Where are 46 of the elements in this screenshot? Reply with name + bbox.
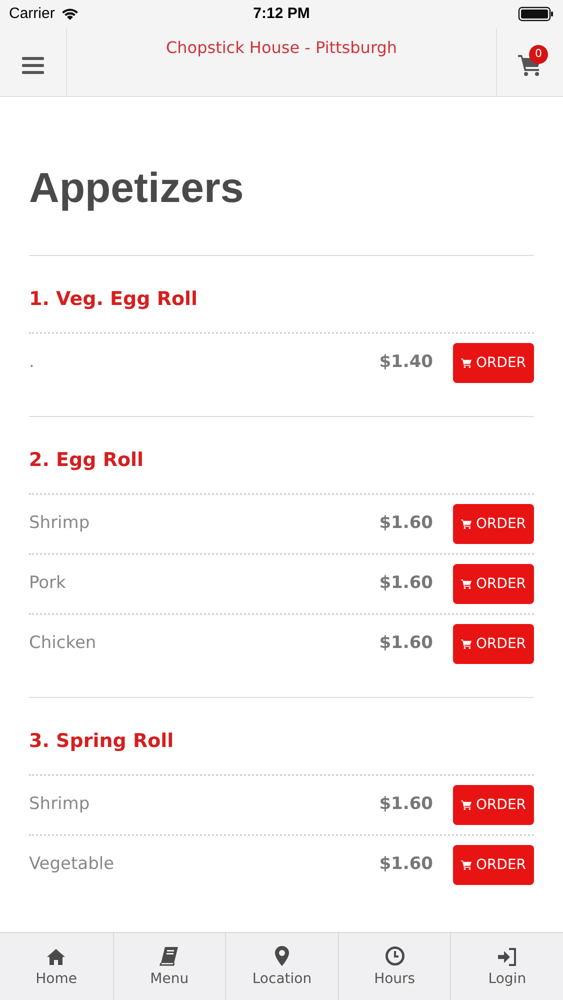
login-icon (497, 948, 518, 966)
item-price: $1.40 (379, 351, 433, 374)
cart-icon (460, 358, 472, 368)
item-name: Pork (29, 572, 67, 596)
cart-count-badge: 0 (529, 45, 548, 64)
menu-icon (22, 56, 44, 74)
home-icon (46, 948, 66, 966)
item-name: Chicken (29, 632, 98, 656)
tab-bar-item[interactable]: Menu (112, 933, 226, 1000)
cart-icon (460, 579, 472, 589)
tab-bar-item[interactable]: Home (0, 933, 113, 1000)
cart-icon (460, 860, 472, 870)
map-pin-icon (274, 946, 289, 966)
battery-icon (518, 6, 554, 22)
tab-bar-item[interactable]: Login (450, 933, 563, 1000)
item-price: $1.60 (379, 512, 433, 536)
order-button[interactable]: ORDER (453, 785, 534, 825)
cart-icon (460, 519, 472, 529)
item-name: Vegetable (29, 853, 116, 876)
restaurant-title: Chopstick House - Pittsburgh (166, 37, 398, 59)
item-price: $1.60 (379, 572, 433, 596)
item-price: $1.60 (379, 632, 433, 656)
order-button[interactable]: ORDER (453, 504, 534, 544)
cart-icon (460, 639, 472, 649)
cart-button[interactable]: 0 (496, 28, 563, 96)
page-title: Appetizers (29, 165, 245, 211)
clock-icon (384, 946, 405, 966)
clock-text: 7:12 PM (253, 4, 310, 24)
order-button[interactable]: ORDER (453, 564, 534, 604)
cart-icon (460, 800, 472, 810)
item-name: Shrimp (29, 512, 91, 536)
tab-bar-item[interactable]: Location (225, 933, 338, 1000)
section-title: 2. Egg Roll (29, 448, 145, 473)
order-button[interactable]: ORDER (453, 845, 534, 885)
item-name: . (29, 351, 36, 374)
carrier-text: Carrier (9, 4, 55, 24)
order-button[interactable]: ORDER (453, 624, 534, 664)
item-price: $1.60 (379, 793, 433, 816)
wifi-icon (60, 7, 79, 21)
order-button[interactable]: ORDER (453, 343, 534, 383)
item-name: Shrimp (29, 793, 91, 816)
item-price: $1.60 (379, 853, 433, 876)
section-title: 3. Spring Roll (29, 729, 175, 754)
section-title: 1. Veg. Egg Roll (29, 287, 199, 312)
tab-bar-item[interactable]: Hours (338, 933, 450, 1000)
book-icon (159, 946, 180, 966)
